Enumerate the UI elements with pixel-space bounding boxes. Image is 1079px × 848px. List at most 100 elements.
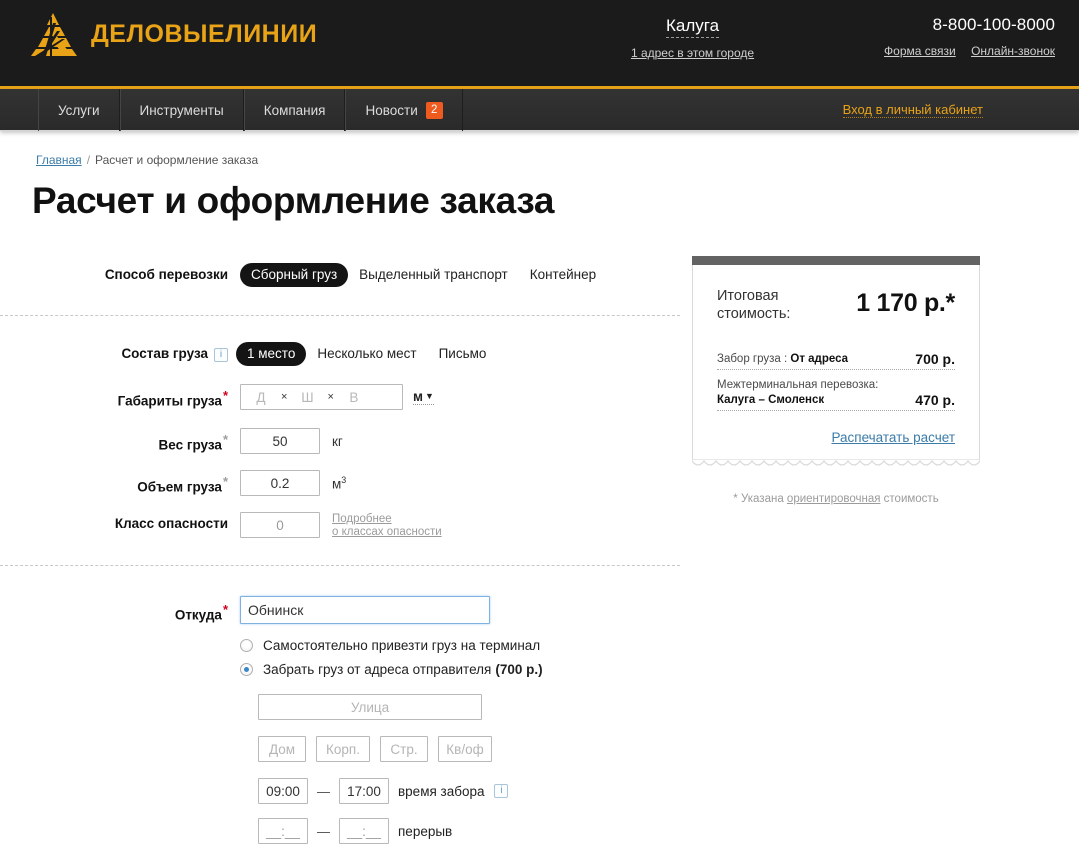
row-shipping-method: Способ перевозки Сборный груз Выделенный…: [0, 255, 680, 287]
online-call-link[interactable]: Онлайн-звонок: [971, 44, 1055, 58]
radio-icon-pickup[interactable]: [240, 663, 253, 676]
volume-controls: м3: [240, 470, 346, 496]
main-navigation: Услуги Инструменты Компания Новости 2 Вх…: [0, 89, 1079, 131]
dimension-length-input[interactable]: [241, 385, 281, 409]
house-input[interactable]: [258, 736, 306, 762]
origin-city-input[interactable]: [240, 596, 490, 624]
logo-wordmark-icon: ДЕЛОВЫЕЛИНИИ: [91, 20, 317, 48]
pickup-time-from-input[interactable]: [258, 778, 308, 804]
breadcrumb-current: Расчет и оформление заказа: [95, 153, 259, 167]
weight-label: Вес груза*: [0, 428, 228, 453]
origin-label: Откуда*: [0, 596, 228, 623]
price-line-text: Забор груза : От адреса: [717, 352, 848, 367]
origin-option-self-label: Самостоятельно привезти груз на терминал: [263, 638, 541, 653]
cargo-option-multiple[interactable]: Несколько мест: [306, 342, 427, 366]
login-link[interactable]: Вход в личный кабинет: [842, 102, 983, 118]
required-asterisk: *: [222, 388, 228, 403]
dimensions-controls: × × м▼: [240, 384, 434, 410]
street-input[interactable]: [258, 694, 482, 720]
cargo-composition-label-text: Состав груза: [121, 346, 208, 361]
nav-item-news[interactable]: Новости 2: [345, 89, 463, 131]
origin-option-self-delivery[interactable]: Самостоятельно привезти груз на терминал: [240, 638, 543, 653]
pickup-address-block: — время забора i — перерыв: [258, 694, 543, 844]
price-total-label: Итоговая стоимость:: [717, 287, 827, 323]
price-line-pickup: Забор груза : От адреса 700 р.: [717, 351, 955, 370]
cargo-composition-options: 1 место Несколько мест Письмо: [236, 342, 497, 366]
danger-class-input[interactable]: [240, 512, 320, 538]
breadcrumb-home-link[interactable]: Главная: [36, 153, 82, 167]
logo-wing-icon: [31, 13, 77, 56]
break-time-from-input[interactable]: [258, 818, 308, 844]
danger-class-info-link-line2: о классах опасности: [332, 526, 442, 538]
nav-item-company[interactable]: Компания: [243, 89, 346, 131]
price-line-value: 470 р.: [915, 392, 955, 408]
city-address-link[interactable]: 1 адрес в этом городе: [585, 46, 800, 60]
row-volume: Объем груза* м3: [0, 454, 680, 496]
nav-item-tools[interactable]: Инструменты: [119, 89, 244, 131]
dimensions-label: Габариты груза*: [0, 384, 228, 409]
shipping-option-container[interactable]: Контейнер: [519, 263, 607, 287]
logo[interactable]: ДЕЛОВЫЕЛИНИИ: [24, 11, 391, 57]
row-dimensions: Габариты груза* × × м▼: [0, 366, 680, 410]
header-contact-links: Форма связи Онлайн-звонок: [790, 44, 1055, 58]
weight-input[interactable]: [240, 428, 320, 454]
origin-option-pickup-label: Забрать груз от адреса отправителя: [263, 662, 492, 677]
danger-class-controls: Подробнее о классах опасности: [240, 512, 442, 539]
origin-label-text: Откуда: [174, 607, 222, 623]
dimension-width-input[interactable]: [287, 385, 328, 409]
volume-input[interactable]: [240, 470, 320, 496]
address-numbers-row: [258, 736, 543, 762]
weight-controls: кг: [240, 428, 343, 454]
info-icon[interactable]: i: [214, 348, 228, 362]
order-form: Способ перевозки Сборный груз Выделенный…: [0, 255, 680, 844]
break-time-to-input[interactable]: [339, 818, 389, 844]
volume-label-text: Объем груза: [137, 479, 222, 495]
chevron-down-icon: ▼: [425, 391, 434, 401]
nav-item-label: Новости: [365, 102, 418, 118]
nav-item-services[interactable]: Услуги: [38, 89, 120, 131]
danger-class-info-link[interactable]: Подробнее о классах опасности: [332, 512, 442, 539]
row-danger-class: Класс опасности Подробнее о классах опас…: [0, 496, 680, 539]
building-input[interactable]: [316, 736, 370, 762]
apartment-input[interactable]: [438, 736, 492, 762]
pickup-time-to-input[interactable]: [339, 778, 389, 804]
price-disclaimer-term[interactable]: ориентировочная: [787, 493, 881, 505]
cargo-option-single[interactable]: 1 место: [236, 342, 307, 366]
header-phone[interactable]: 8-800-100-8000: [790, 15, 1055, 35]
breadcrumb-separator: /: [86, 153, 91, 167]
origin-option-pickup[interactable]: Забрать груз от адреса отправителя (700 …: [240, 662, 543, 677]
price-total-row: Итоговая стоимость: 1 170 р.*: [717, 287, 955, 323]
dimensions-label-text: Габариты груза: [117, 393, 222, 409]
city-selector[interactable]: Калуга: [665, 16, 720, 38]
nav-item-label: Инструменты: [139, 102, 224, 118]
feedback-form-link[interactable]: Форма связи: [884, 44, 956, 58]
radio-icon-self-delivery[interactable]: [240, 639, 253, 652]
info-icon[interactable]: i: [494, 784, 509, 798]
nav-item-label: Компания: [263, 102, 326, 118]
price-total-label-line2: стоимость:: [717, 306, 791, 322]
price-disclaimer: * Указана ориентировочная стоимость: [692, 493, 980, 505]
header-contact-block: 8-800-100-8000 Форма связи Онлайн-звонок: [790, 15, 1055, 58]
print-calculation-link[interactable]: Распечатать расчет: [831, 430, 955, 445]
price-panel-topbar: [692, 256, 980, 265]
svg-text:ДЕЛОВЫЕЛИНИИ: ДЕЛОВЫЕЛИНИИ: [91, 20, 317, 48]
dimension-height-input[interactable]: [333, 385, 374, 409]
page-title: Расчет и оформление заказа: [32, 180, 555, 221]
row-cargo-composition: Состав груза i 1 место Несколько мест Пис…: [0, 316, 680, 366]
breadcrumb: Главная / Расчет и оформление заказа: [36, 153, 258, 167]
dimension-unit-select[interactable]: м ▼: [413, 389, 434, 405]
volume-unit-text: м: [332, 476, 342, 492]
cargo-composition-label: Состав груза i: [0, 342, 228, 362]
structure-input[interactable]: [380, 736, 428, 762]
shipping-option-consolidated[interactable]: Сборный груз: [240, 263, 349, 287]
shipping-option-dedicated[interactable]: Выделенный транспорт: [348, 263, 519, 287]
price-panel-body: Итоговая стоимость: 1 170 р.* Забор груз…: [692, 265, 980, 459]
weight-unit: кг: [332, 433, 343, 449]
cargo-option-letter[interactable]: Письмо: [428, 342, 498, 366]
print-calculation-row: Распечатать расчет: [717, 429, 955, 447]
break-time-caption: перерыв: [398, 823, 453, 839]
price-line-bold: Калуга – Смоленск: [717, 394, 825, 406]
required-asterisk: *: [222, 432, 228, 447]
receipt-wave-edge-icon: [692, 459, 980, 466]
volume-unit-exponent: 3: [341, 474, 347, 485]
